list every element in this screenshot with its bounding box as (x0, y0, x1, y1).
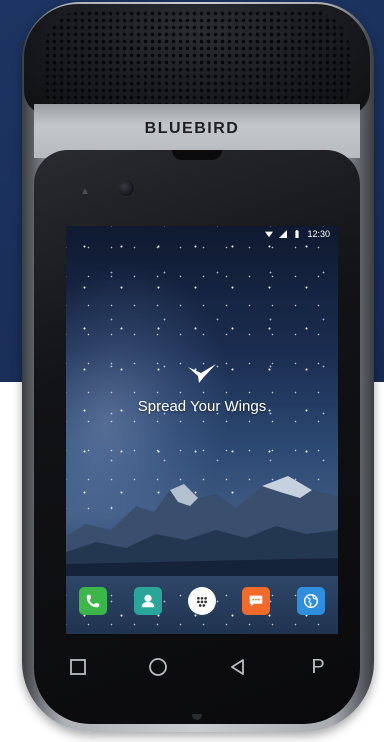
recents-icon (70, 659, 86, 675)
contacts-app-button[interactable] (133, 587, 162, 615)
app-dock (66, 580, 338, 622)
back-icon (231, 659, 244, 675)
front-camera (116, 178, 136, 198)
messages-app-button[interactable] (242, 587, 271, 615)
home-button[interactable] (140, 652, 176, 682)
speaker-grille (44, 10, 350, 108)
p-key-button[interactable]: P (300, 652, 336, 682)
mountain-range (66, 476, 338, 576)
back-button[interactable] (220, 652, 256, 682)
bluebird-logo-icon (188, 364, 216, 383)
contacts-icon (141, 594, 154, 608)
browser-app-button[interactable] (296, 587, 325, 615)
device-screen[interactable]: 12:30 Spread Your Wings (66, 226, 338, 634)
wifi-icon (265, 231, 274, 238)
status-time: 12:30 (307, 229, 330, 239)
home-icon (149, 658, 167, 676)
p-key-label: P (311, 655, 325, 678)
phone-icon (86, 594, 100, 608)
messages-icon (250, 595, 263, 607)
app-drawer-icon (197, 596, 207, 607)
face-notch (172, 150, 222, 160)
phone-app-button[interactable] (79, 587, 108, 615)
battery-icon (295, 230, 300, 238)
status-bar: 12:30 (66, 226, 338, 242)
hardware-nav-keys: P (60, 652, 336, 682)
proximity-sensor-icon: ▲ (80, 186, 90, 197)
signal-icon (279, 230, 288, 238)
browser-icon (303, 593, 318, 609)
app-drawer-button[interactable] (187, 587, 216, 615)
brand-logo-text: BLUEBIRD (144, 120, 240, 137)
speaker-housing (24, 4, 370, 116)
recents-button[interactable] (60, 652, 96, 682)
tagline: Spread Your Wings (137, 398, 267, 415)
